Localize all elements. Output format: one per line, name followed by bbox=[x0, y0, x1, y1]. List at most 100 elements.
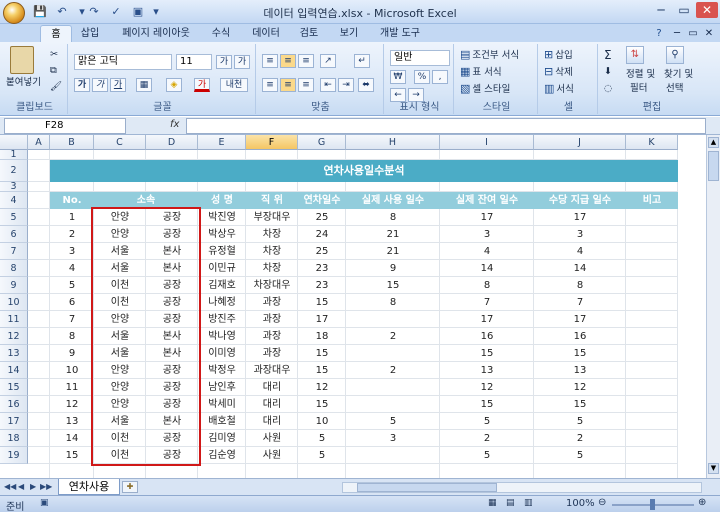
format-table-button[interactable]: ▦ 표 서식 bbox=[460, 65, 502, 80]
table-cell[interactable]: 3 bbox=[440, 226, 534, 243]
table-cell[interactable]: 차장대우 bbox=[246, 277, 298, 294]
select-label[interactable]: 선택 bbox=[666, 82, 683, 96]
table-cell[interactable]: 박정우 bbox=[198, 362, 246, 379]
table-cell[interactable]: 14 bbox=[50, 430, 94, 447]
tab-home[interactable]: 홈 bbox=[40, 25, 72, 42]
table-cell[interactable] bbox=[346, 345, 440, 362]
column-header-i[interactable]: I bbox=[440, 135, 534, 150]
workbook-close-icon[interactable]: ✕ bbox=[702, 25, 716, 42]
redo-icon[interactable]: ↷ bbox=[86, 5, 102, 19]
table-cell[interactable]: 안양 bbox=[94, 379, 146, 396]
column-header-k[interactable]: K bbox=[626, 135, 678, 150]
table-cell[interactable]: 5 bbox=[534, 413, 626, 430]
sort-filter-icon[interactable]: ⇅ bbox=[626, 46, 644, 64]
tab-data[interactable]: 데이터 bbox=[246, 25, 286, 42]
row-header-13[interactable]: 13 bbox=[0, 345, 28, 362]
row-header-7[interactable]: 7 bbox=[0, 243, 28, 260]
table-cell[interactable]: 과장 bbox=[246, 328, 298, 345]
table-cell[interactable]: 15 bbox=[298, 294, 346, 311]
table-cell[interactable]: 공장 bbox=[146, 226, 198, 243]
paste-icon[interactable] bbox=[10, 46, 34, 74]
find-select-button[interactable]: 찾기 및 bbox=[664, 68, 693, 82]
table-cell[interactable]: 9 bbox=[346, 260, 440, 277]
row-header-16[interactable]: 16 bbox=[0, 396, 28, 413]
fill-icon[interactable]: ⬇ bbox=[604, 65, 612, 79]
fx-icon[interactable]: fx bbox=[170, 119, 179, 130]
table-cell[interactable]: 부장대우 bbox=[246, 209, 298, 226]
merge-center-icon[interactable]: ⬌ bbox=[358, 78, 374, 92]
table-cell[interactable]: 서울 bbox=[94, 243, 146, 260]
table-cell[interactable]: 15 bbox=[534, 396, 626, 413]
table-cell[interactable]: 차장 bbox=[246, 243, 298, 260]
table-cell[interactable]: 김재호 bbox=[198, 277, 246, 294]
table-cell[interactable]: 7 bbox=[50, 311, 94, 328]
table-cell[interactable]: 8 bbox=[440, 277, 534, 294]
table-cell[interactable]: 과장대우 bbox=[246, 362, 298, 379]
format-painter-icon[interactable]: 🖌 bbox=[50, 80, 62, 94]
table-cell[interactable]: 본사 bbox=[146, 260, 198, 277]
undo-icon[interactable]: ↶ bbox=[54, 5, 70, 19]
page-layout-view-icon[interactable]: ▤ bbox=[506, 498, 515, 508]
vertical-scroll-thumb[interactable] bbox=[708, 151, 719, 181]
table-cell[interactable]: 공장 bbox=[146, 379, 198, 396]
table-cell[interactable]: 5 bbox=[298, 447, 346, 464]
increase-indent-icon[interactable]: ⇥ bbox=[338, 78, 354, 92]
table-cell[interactable]: 안양 bbox=[94, 209, 146, 226]
table-cell[interactable]: 12 bbox=[298, 379, 346, 396]
row-header-4[interactable]: 4 bbox=[0, 192, 28, 209]
table-cell[interactable]: 2 bbox=[534, 430, 626, 447]
table-cell[interactable]: 25 bbox=[298, 209, 346, 226]
font-name-box[interactable]: 맑은 고딕 bbox=[74, 54, 172, 70]
align-center-icon[interactable]: ≡ bbox=[280, 78, 296, 92]
font-color-button[interactable]: 가 bbox=[194, 78, 210, 92]
autosum-icon[interactable]: Σ bbox=[604, 48, 612, 62]
table-cell[interactable]: 공장 bbox=[146, 430, 198, 447]
table-cell[interactable]: 차장 bbox=[246, 226, 298, 243]
table-cell[interactable]: 배호철 bbox=[198, 413, 246, 430]
table-cell[interactable]: 공장 bbox=[146, 447, 198, 464]
paste-button[interactable]: 붙여넣기 bbox=[6, 76, 41, 90]
table-cell[interactable]: 10 bbox=[298, 413, 346, 430]
first-sheet-icon[interactable]: ◀◀ bbox=[4, 482, 16, 491]
tab-developer[interactable]: 개발 도구 bbox=[372, 25, 428, 42]
qat-customize-icon[interactable]: ▾ bbox=[148, 5, 164, 19]
table-cell[interactable]: 23 bbox=[298, 277, 346, 294]
align-top-icon[interactable]: ≡ bbox=[262, 54, 278, 68]
table-cell[interactable]: 5 bbox=[50, 277, 94, 294]
table-cell[interactable] bbox=[626, 226, 678, 243]
delete-cells-button[interactable]: ⊟ 삭제 bbox=[544, 65, 573, 80]
column-header-b[interactable]: B bbox=[50, 135, 94, 150]
italic-button[interactable]: 가 bbox=[92, 78, 108, 92]
table-cell[interactable]: 박세미 bbox=[198, 396, 246, 413]
table-cell[interactable] bbox=[626, 277, 678, 294]
tab-review[interactable]: 검토 bbox=[294, 25, 324, 42]
underline-button[interactable]: 가 bbox=[110, 78, 126, 92]
table-cell[interactable]: 23 bbox=[298, 260, 346, 277]
table-cell[interactable]: 15 bbox=[50, 447, 94, 464]
table-cell[interactable]: 공장 bbox=[146, 209, 198, 226]
table-cell[interactable]: 17 bbox=[440, 311, 534, 328]
column-header-j[interactable]: J bbox=[534, 135, 626, 150]
table-cell[interactable] bbox=[626, 396, 678, 413]
last-sheet-icon[interactable]: ▶▶ bbox=[40, 482, 52, 491]
table-cell[interactable]: 7 bbox=[440, 294, 534, 311]
select-all-corner[interactable] bbox=[0, 135, 28, 150]
wrap-text-icon[interactable]: ↵ bbox=[354, 54, 370, 68]
table-cell[interactable]: 8 bbox=[346, 294, 440, 311]
table-cell[interactable] bbox=[626, 328, 678, 345]
name-box[interactable]: F28 bbox=[4, 118, 126, 134]
table-cell[interactable]: 이천 bbox=[94, 294, 146, 311]
comma-button[interactable]: , bbox=[432, 70, 448, 84]
table-cell[interactable]: 3 bbox=[346, 430, 440, 447]
find-binoculars-icon[interactable]: ⚲ bbox=[666, 46, 684, 64]
table-cell[interactable] bbox=[626, 447, 678, 464]
minimize-icon[interactable]: ─ bbox=[650, 2, 672, 18]
table-cell[interactable]: 13 bbox=[440, 362, 534, 379]
table-cell[interactable]: 15 bbox=[298, 362, 346, 379]
copy-icon[interactable]: ⧉ bbox=[50, 64, 57, 78]
tab-view[interactable]: 보기 bbox=[334, 25, 364, 42]
table-cell[interactable]: 21 bbox=[346, 226, 440, 243]
sort-filter-button[interactable]: 정렬 및 bbox=[626, 68, 655, 82]
prev-sheet-icon[interactable]: ◀ bbox=[18, 482, 24, 491]
align-bottom-icon[interactable]: ≡ bbox=[298, 54, 314, 68]
